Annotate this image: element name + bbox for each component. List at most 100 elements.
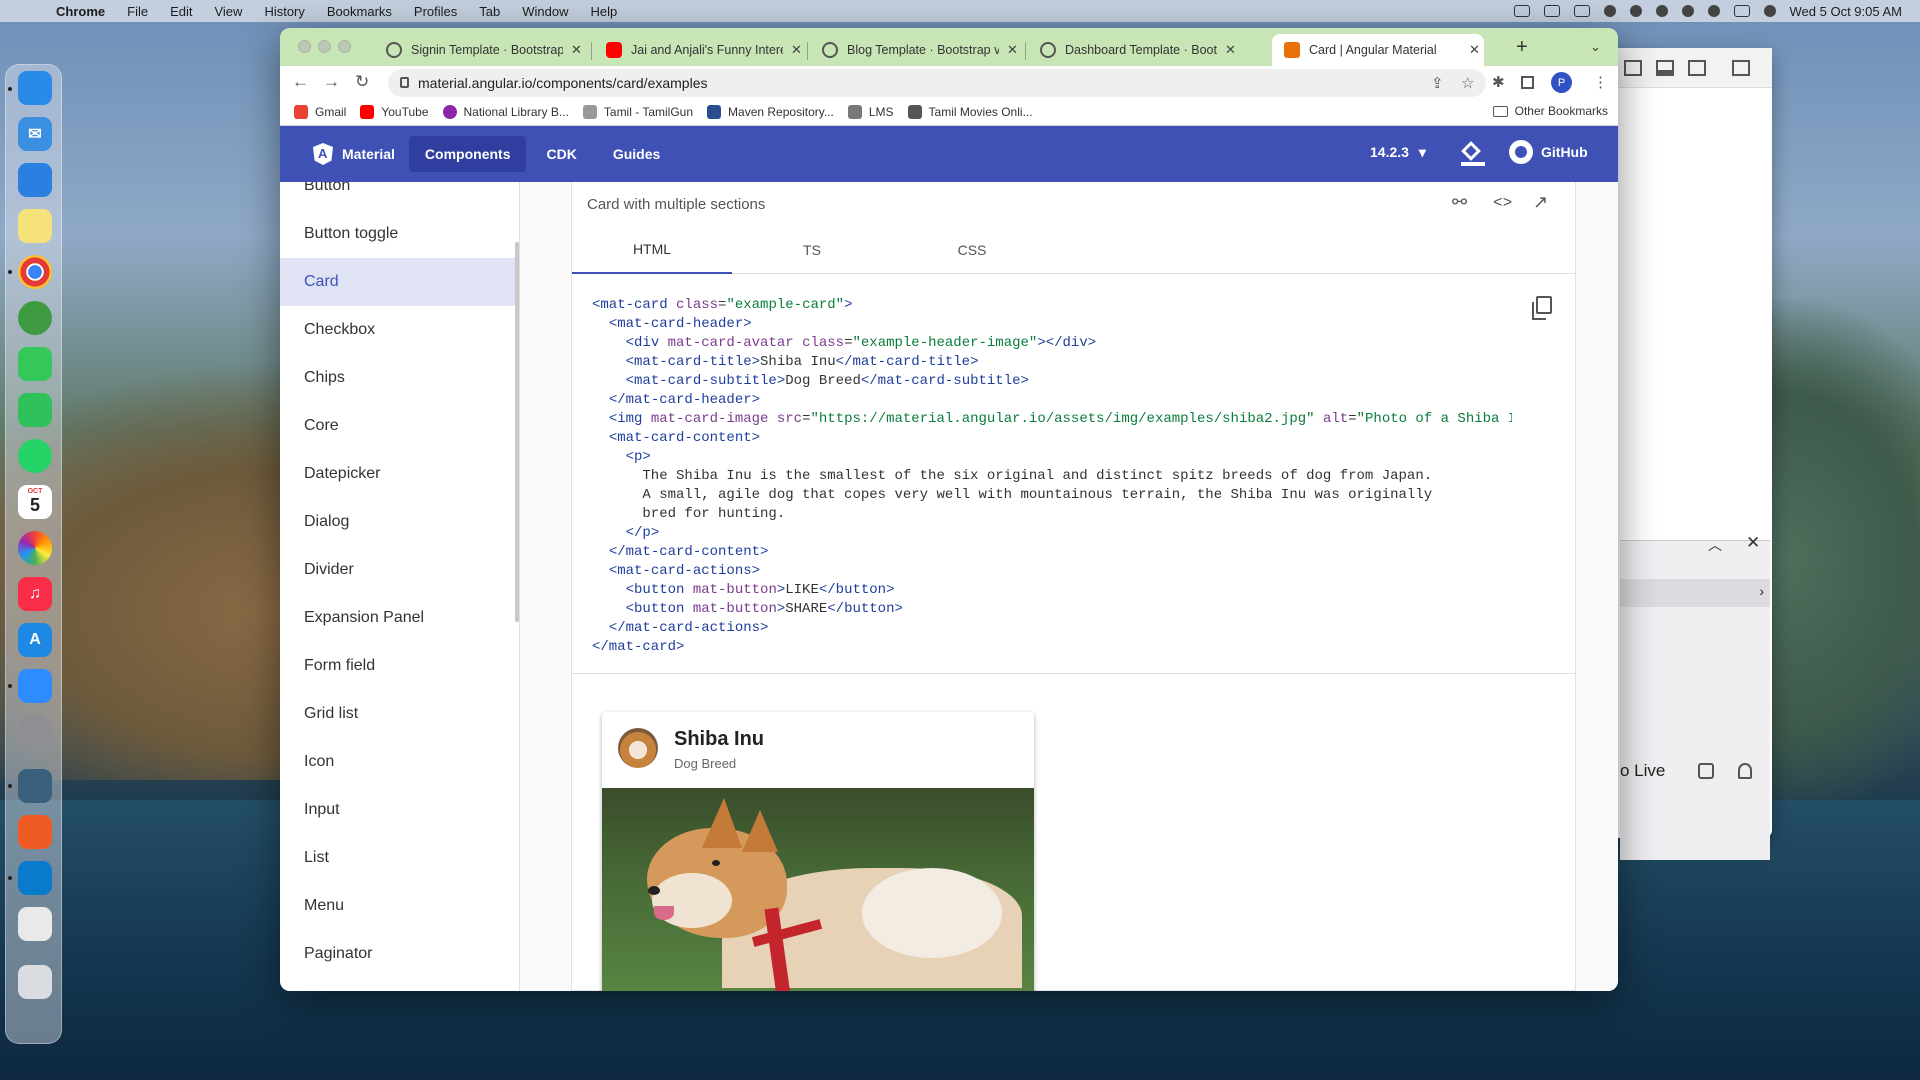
menu-app-name[interactable]: Chrome [56,4,105,19]
sidenav-item-button[interactable]: Button [280,182,519,210]
zoom-icon[interactable] [18,669,52,703]
postman-icon[interactable] [18,815,52,849]
menu-file[interactable]: File [127,4,148,19]
sidenav-item-list[interactable]: List [280,834,519,882]
finder-icon[interactable] [18,71,52,105]
feedback-icon[interactable] [1698,763,1714,779]
close-icon[interactable]: ✕ [1746,533,1760,553]
calendar-icon[interactable]: OCT 5 [18,485,52,519]
theme-picker-icon[interactable] [1461,141,1485,166]
tab-html[interactable]: HTML [572,226,732,274]
textedit-icon[interactable] [18,907,52,941]
sidenav-item-form-field[interactable]: Form field [280,642,519,690]
menu-tab[interactable]: Tab [479,4,500,19]
sidenav-item-dialog[interactable]: Dialog [280,498,519,546]
siri-icon[interactable] [1763,5,1776,17]
menu-help[interactable]: Help [591,4,618,19]
bookmark-national-library[interactable]: National Library B... [442,104,569,119]
sidenav-item-button-toggle[interactable]: Button toggle [280,210,519,258]
forward-button[interactable]: → [323,72,340,92]
menu-edit[interactable]: Edit [170,4,192,19]
chevron-up-icon[interactable]: ︿ [1708,535,1722,555]
toggle-panel-icon[interactable] [1656,60,1674,76]
menubar-clock[interactable]: Wed 5 Oct 9:05 AM [1790,4,1902,19]
bookmark-tamilgun[interactable]: Tamil - TamilGun [582,104,693,119]
copy-link-icon[interactable]: ⚯ [1452,192,1467,213]
vscode-icon[interactable] [18,861,52,895]
sidenav-item-divider[interactable]: Divider [280,546,519,594]
bookmark-maven[interactable]: Maven Repository... [707,104,834,119]
code-snippet[interactable]: <mat-card class="example-card"> <mat-car… [572,274,1575,674]
bookmark-youtube[interactable]: YouTube [360,104,429,119]
facetime-icon[interactable] [18,393,52,427]
safari-icon[interactable] [18,163,52,197]
nav-cdk[interactable]: CDK [530,136,592,172]
profile-avatar[interactable]: P [1551,72,1572,93]
sidenav-scrollbar[interactable] [515,242,519,622]
nav-guides[interactable]: Guides [597,136,676,172]
side-panel-icon[interactable] [1521,76,1534,89]
tab-css[interactable]: CSS [892,226,1052,274]
tab-blog-template[interactable]: Blog Template · Bootstrap v5 ✕ [810,34,1022,66]
menu-window[interactable]: Window [522,4,568,19]
other-bookmarks[interactable]: Other Bookmarks [1492,104,1608,118]
sidenav-item-core[interactable]: Core [280,402,519,450]
messages-icon[interactable] [18,347,52,381]
bluetooth-icon[interactable] [1681,5,1694,17]
toggle-secondary-sidebar-icon[interactable] [1688,60,1706,76]
system-preferences-icon[interactable] [18,715,52,749]
notifications-bell-icon[interactable] [1738,763,1752,779]
new-tab-button[interactable]: + [1516,36,1528,59]
tab-signin-template[interactable]: Signin Template · Bootstrap ✕ [374,34,588,66]
sidenav-item-chips[interactable]: Chips [280,354,519,402]
wifi-icon[interactable] [1655,5,1668,17]
bookmark-tamil-movies[interactable]: Tamil Movies Onli... [907,104,1033,119]
extensions-icon[interactable]: ✱ [1492,73,1505,91]
share-icon[interactable]: ⇪ [1431,74,1444,92]
window-zoom-button[interactable] [338,40,351,53]
close-tab-icon[interactable]: ✕ [1007,42,1018,58]
nav-components[interactable]: Components [408,136,527,172]
menu-view[interactable]: View [214,4,242,19]
view-code-icon[interactable]: <> [1493,194,1512,212]
sidenav-item-input[interactable]: Input [280,786,519,834]
menu-profiles[interactable]: Profiles [414,4,457,19]
sidenav-item-checkbox[interactable]: Checkbox [280,306,519,354]
omnibox[interactable]: material.angular.io/components/card/exam… [388,69,1486,97]
reload-button[interactable]: ↻ [355,72,369,92]
tab-card-angular-material[interactable]: Card | Angular Material ✕ [1272,34,1484,66]
screen-record-icon[interactable] [1513,5,1530,17]
bookmark-star-icon[interactable]: ☆ [1461,74,1474,92]
menu-history[interactable]: History [264,4,304,19]
app-store-icon[interactable]: A [18,623,52,657]
sidenav-item-menu[interactable]: Menu [280,882,519,930]
mysql-workbench-icon[interactable] [18,769,52,803]
tab-ts[interactable]: TS [732,226,892,274]
window-close-button[interactable] [298,40,311,53]
lock-icon[interactable] [400,77,409,88]
trash-icon[interactable] [18,965,52,999]
sidenav-item-datepicker[interactable]: Datepicker [280,450,519,498]
user-icon[interactable] [1629,5,1642,17]
tab-search-chevron-icon[interactable]: ⌄ [1590,39,1601,55]
mail-icon[interactable]: ✉ [18,117,52,151]
bookmark-gmail[interactable]: Gmail [294,104,346,119]
whatsapp-icon[interactable] [18,439,52,473]
copy-code-icon[interactable] [1532,296,1552,320]
open-stackblitz-icon[interactable]: ↗ [1533,192,1548,213]
display-icon[interactable] [1543,5,1560,17]
chrome-menu-icon[interactable]: ⋮ [1593,73,1608,91]
code-block[interactable]: <mat-card class="example-card"> <mat-car… [592,296,1512,657]
volume-icon[interactable] [1603,5,1616,17]
menu-bookmarks[interactable]: Bookmarks [327,4,392,19]
sidenav-item-paginator[interactable]: Paginator [280,930,519,978]
music-icon[interactable]: ♫ [18,577,52,611]
control-center-icon[interactable] [1733,5,1750,17]
background-window[interactable]: ︿ ✕ › o Live [1600,48,1772,860]
github-link[interactable]: GitHub [1509,140,1588,164]
tab-youtube-video[interactable]: Jai and Anjali's Funny Intere ✕ [594,34,804,66]
sidenav-item-card[interactable]: Card [280,258,519,306]
sidenav-item-expansion-panel[interactable]: Expansion Panel [280,594,519,642]
close-tab-icon[interactable]: ✕ [791,42,802,58]
spring-tool-icon[interactable] [18,301,52,335]
